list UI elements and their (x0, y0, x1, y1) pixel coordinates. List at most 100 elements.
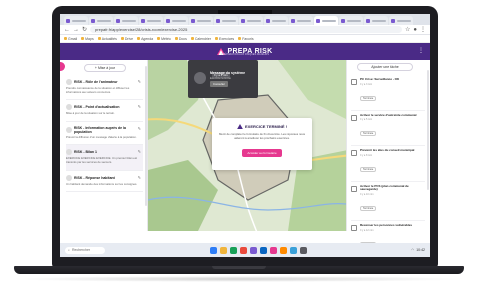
taskbar-app-icon[interactable] (279, 246, 287, 254)
message-item[interactable]: RISK - Réponse habitant ✎ Un habitant dema… (66, 171, 143, 193)
tab-title (372, 19, 386, 22)
left-scrollbar[interactable] (145, 66, 147, 206)
bookmark-item[interactable]: Drive (120, 37, 133, 41)
add-update-button[interactable]: + Mise à jour (84, 64, 126, 72)
browser-tab[interactable] (114, 16, 138, 25)
browser-tab[interactable] (314, 16, 338, 25)
folder-icon (97, 37, 101, 40)
right-scrollbar[interactable] (427, 70, 429, 190)
folder-icon (81, 37, 85, 40)
laptop-photo: ← → ↻ prepafr.fr/app/exercise/28/crisis-… (0, 0, 478, 291)
browser-tab[interactable] (389, 16, 413, 25)
star-icon[interactable]: ☆ (405, 27, 410, 33)
bookmark-label: Docs (178, 36, 187, 41)
wifi-icon[interactable]: ◠ (411, 248, 414, 252)
folder-icon (174, 37, 178, 40)
browser-tab[interactable] (364, 16, 388, 25)
forward-icon[interactable]: → (73, 27, 79, 33)
message-item[interactable]: RISK - Information auprès de la populati… (66, 122, 143, 146)
add-task-button[interactable]: Ajouter une tâche (357, 63, 413, 71)
edit-icon[interactable]: ✎ (138, 149, 141, 154)
message-header: RISK - Information auprès de la populati… (66, 126, 143, 134)
taskbar-app-icon[interactable] (259, 246, 267, 254)
task-list: PC Crise: Surveillance - OK Il y a 3 min T… (351, 75, 425, 257)
taskbar-app-icon[interactable] (289, 246, 297, 254)
open-form-button[interactable]: Accéder au formulaire (242, 148, 282, 157)
task-item[interactable]: Activer le service d'astreinte communal I… (351, 111, 425, 147)
browser-tab[interactable] (339, 16, 363, 25)
bookmark-item[interactable]: Agenda (137, 37, 153, 41)
task-item[interactable]: Prévenir les élus du conseil municipal Il… (351, 146, 425, 182)
tab-title (97, 19, 111, 22)
edit-icon[interactable]: ✎ (138, 104, 141, 109)
bookmark-item[interactable]: Exercices (215, 37, 234, 41)
taskbar-app-icon[interactable] (219, 246, 227, 254)
taskbar-app-icon[interactable] (209, 246, 217, 254)
browser-menu-icon[interactable]: ⋮ (420, 27, 426, 33)
tab-favicon-icon (366, 18, 370, 23)
system-tray: ◠ 10:42 (411, 248, 425, 252)
edit-icon[interactable]: ✎ (138, 79, 141, 84)
message-item[interactable]: RISK - Rôle de l'animateur ✎ Prendre conna… (66, 75, 143, 101)
modal-text: Merci de compléter le formulaire de fin … (218, 132, 306, 140)
tab-favicon-icon (341, 18, 345, 23)
browser-tab[interactable] (239, 16, 263, 25)
checkbox-icon[interactable] (351, 150, 357, 157)
bookmark-item[interactable]: Calendrier (190, 37, 211, 41)
brand-subtitle: PRÉPARATION AUX RISQUES MAJEURS (221, 53, 269, 56)
tab-favicon-icon (141, 18, 145, 23)
folder-icon (215, 37, 219, 40)
tab-title (272, 19, 286, 22)
bookmark-label: Agenda (141, 36, 154, 41)
app-menu-icon[interactable]: ⋮ (418, 48, 424, 54)
profile-icon[interactable]: ● (413, 27, 417, 33)
task-item[interactable]: Activer le PCS (plan communal de sauvega… (351, 182, 425, 221)
taskbar-search[interactable]: ⌕ Rechercher (65, 246, 105, 254)
status-badge: Terminée (360, 205, 377, 211)
tab-title (297, 19, 311, 22)
taskbar-app-icon[interactable] (239, 246, 247, 254)
browser-tab[interactable] (64, 16, 88, 25)
notification-badge[interactable] (60, 62, 65, 71)
checkbox-icon[interactable] (351, 185, 357, 192)
browser-tab[interactable] (139, 16, 163, 25)
tasks-panel: Ajouter une tâche PC Crise: Surveillance… (346, 60, 430, 257)
browser-tab[interactable] (214, 16, 238, 25)
map-view[interactable]: Il y a 1 min Message du système Exercice… (148, 60, 346, 231)
back-icon[interactable]: ← (64, 27, 70, 33)
notification-button[interactable]: Consulter (210, 81, 228, 87)
checkbox-icon[interactable] (351, 114, 357, 121)
taskbar-app-icon[interactable] (269, 246, 277, 254)
reload-icon[interactable]: ↻ (82, 27, 87, 33)
task-body: Activer le service d'astreinte communal I… (360, 113, 425, 140)
browser-tab[interactable] (89, 16, 113, 25)
taskbar-app-icon[interactable] (249, 246, 257, 254)
tab-title (247, 19, 261, 22)
bookmark-item[interactable]: Maps (81, 37, 94, 41)
tab-favicon-icon (291, 18, 295, 23)
taskbar-app-icon[interactable] (299, 246, 307, 254)
bookmark-item[interactable]: Docs (174, 36, 187, 41)
browser-tab[interactable] (164, 16, 188, 25)
bookmark-item[interactable]: Actualités (97, 37, 117, 41)
browser-tab[interactable] (289, 16, 313, 25)
checkbox-icon[interactable] (351, 79, 357, 85)
browser-tab[interactable] (264, 16, 288, 25)
taskbar-app-icon[interactable] (229, 246, 237, 254)
message-item[interactable]: RISK - Point d'actualisation ✎ Mise à jour… (66, 100, 143, 122)
message-item[interactable]: RISK - Bilan 1 ✎ EXERCICE EXERCICE EXERCIC… (66, 145, 143, 171)
browser-tab[interactable] (189, 16, 213, 25)
checkbox-icon[interactable] (351, 224, 357, 231)
url-bar[interactable]: prepafr.fr/app/exercise/28/crisis-room/e… (90, 26, 402, 33)
bookmark-item[interactable]: Gmail (64, 37, 77, 41)
message-text: Prévoir la diffusion d'un message d'aler… (66, 134, 137, 139)
tab-title (322, 19, 336, 22)
tab-favicon-icon (216, 18, 220, 23)
tab-title (122, 19, 136, 22)
bookmark-item[interactable]: Météo (157, 37, 171, 41)
edit-icon[interactable]: ✎ (138, 126, 141, 131)
os-taskbar: ⌕ Rechercher ◠ 10:42 (60, 243, 430, 257)
edit-icon[interactable]: ✎ (138, 175, 141, 180)
bookmark-item[interactable]: Favoris (238, 37, 254, 41)
task-item[interactable]: PC Crise: Surveillance - OK Il y a 3 min T… (351, 75, 425, 111)
